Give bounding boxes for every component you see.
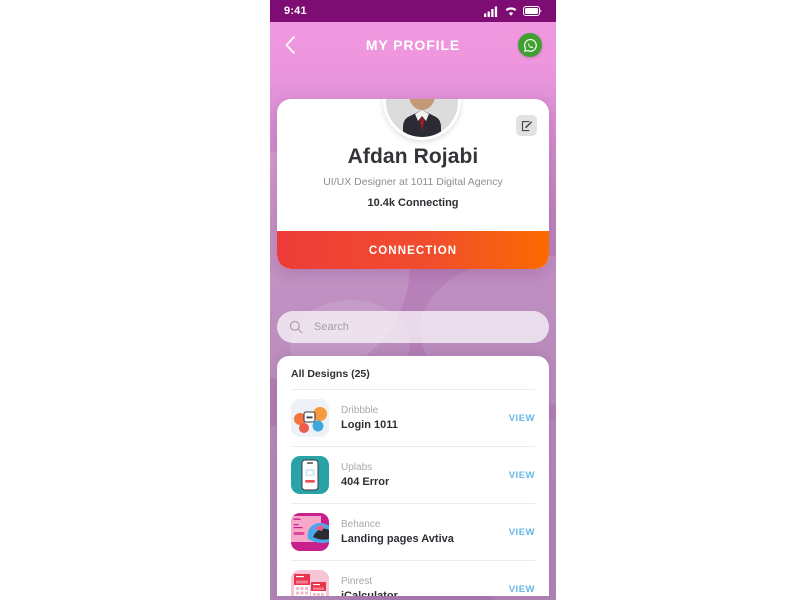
list-item-name: Landing pages Avtiva bbox=[341, 533, 454, 545]
view-link[interactable]: VIEW bbox=[509, 527, 535, 538]
search-icon bbox=[289, 320, 303, 334]
pinrest-thumb-icon bbox=[291, 570, 329, 596]
wifi-icon bbox=[505, 6, 517, 16]
list-item[interactable]: Dribbble Login 1011 VIEW bbox=[277, 390, 549, 446]
view-link[interactable]: VIEW bbox=[509, 470, 535, 481]
list-item-source: Dribbble bbox=[341, 405, 379, 416]
page-title: MY PROFILE bbox=[365, 37, 461, 53]
list-item-text: Uplabs 404 Error bbox=[341, 462, 509, 488]
profile-connecting-count: 10.4k Connecting bbox=[367, 197, 459, 209]
list-item-text: Dribbble Login 1011 bbox=[341, 405, 509, 431]
list-item-source: Pinrest bbox=[341, 576, 373, 587]
header-bar: MY PROFILE bbox=[270, 22, 556, 68]
list-item-source: Behance bbox=[341, 519, 381, 530]
list-item-name: Login 1011 bbox=[341, 419, 398, 431]
list-item-name: iCalculator bbox=[341, 590, 398, 596]
list-item[interactable]: Uplabs 404 Error VIEW bbox=[277, 447, 549, 503]
list-item[interactable]: Pinrest iCalculator VIEW bbox=[277, 561, 549, 596]
edit-pencil-icon bbox=[521, 120, 532, 131]
view-link[interactable]: VIEW bbox=[509, 413, 535, 424]
dribbble-thumb-icon bbox=[291, 399, 329, 437]
connection-button[interactable]: CONNECTION bbox=[277, 231, 549, 269]
battery-full-icon bbox=[523, 6, 542, 16]
list-item[interactable]: Behance Landing pages Avtiva VIEW bbox=[277, 504, 549, 560]
whatsapp-button[interactable] bbox=[518, 33, 542, 57]
profile-card: Afdan Rojabi UI/UX Designer at 1011 Digi… bbox=[277, 99, 549, 269]
list-item-text: Pinrest iCalculator bbox=[341, 576, 509, 596]
behance-thumb-icon bbox=[291, 513, 329, 551]
phone-screen: 9:41 MY PROFILE Afdan Rojabi UI/UX Desig… bbox=[270, 0, 556, 600]
list-item-text: Behance Landing pages Avtiva bbox=[341, 519, 509, 545]
dribbble-abstract-thumb bbox=[291, 399, 329, 437]
list-item-source: Uplabs bbox=[341, 462, 373, 473]
uplabs-phone-thumb bbox=[291, 456, 329, 494]
edit-profile-button[interactable] bbox=[516, 115, 537, 136]
uplabs-thumb-icon bbox=[291, 456, 329, 494]
view-link[interactable]: VIEW bbox=[509, 584, 535, 595]
profile-name: Afdan Rojabi bbox=[347, 145, 479, 168]
status-time: 9:41 bbox=[284, 5, 307, 17]
status-bar: 9:41 bbox=[270, 0, 556, 22]
profile-role: UI/UX Designer at 1011 Digital Agency bbox=[323, 176, 503, 188]
signal-bars-icon bbox=[484, 6, 498, 17]
designs-card: All Designs (25) Dribbble Login 1011 VIE… bbox=[277, 356, 549, 596]
pinrest-calculator-thumb bbox=[291, 570, 329, 596]
search-input[interactable] bbox=[312, 320, 526, 334]
designs-section-title: All Designs (25) bbox=[291, 368, 370, 380]
list-item-name: 404 Error bbox=[341, 476, 390, 488]
behance-splash-thumb bbox=[291, 513, 329, 551]
whatsapp-icon bbox=[523, 38, 537, 52]
search-bar[interactable] bbox=[277, 311, 549, 343]
screenshot-canvas: 9:41 MY PROFILE Afdan Rojabi UI/UX Desig… bbox=[0, 0, 800, 600]
status-icon-group bbox=[484, 6, 542, 17]
